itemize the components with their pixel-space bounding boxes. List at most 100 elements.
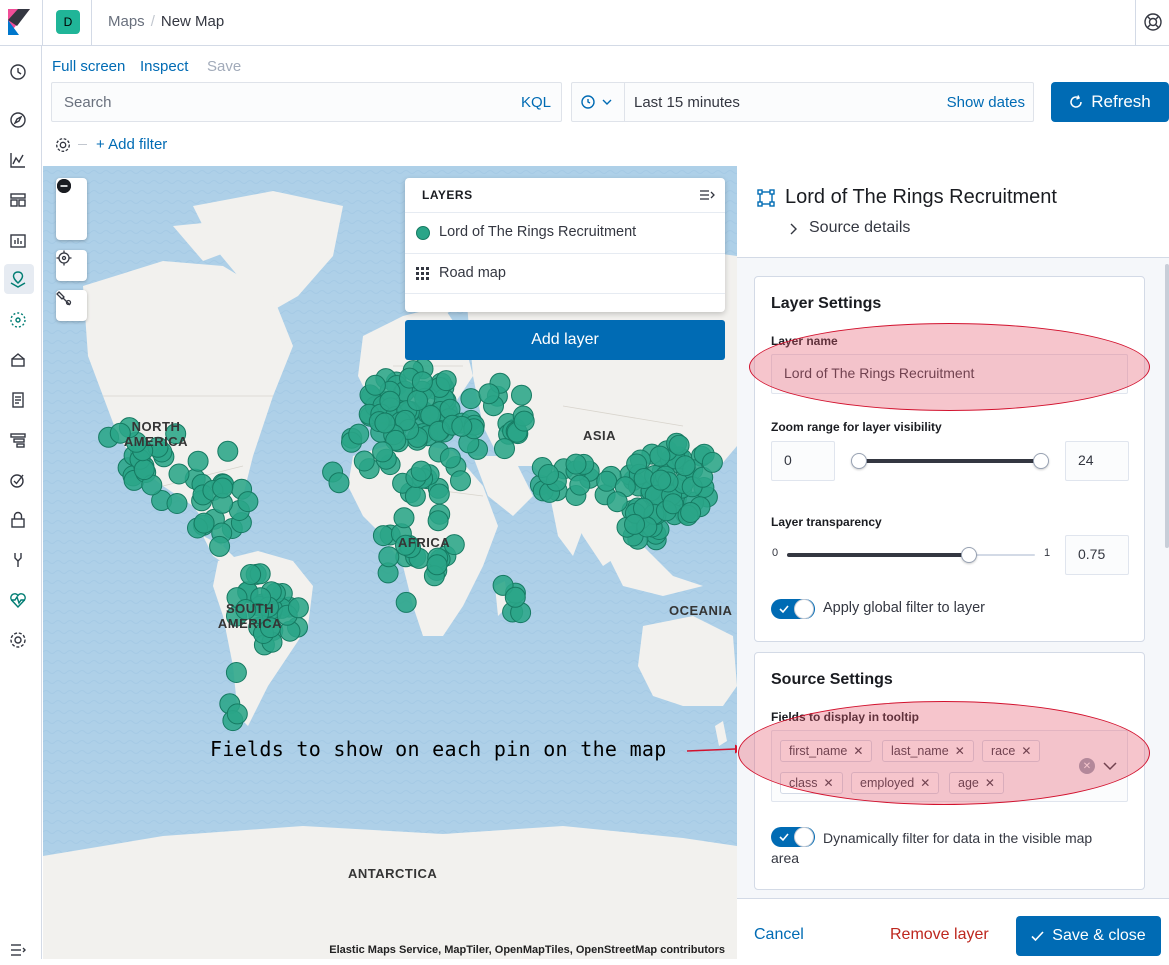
show-dates-link[interactable]: Show dates [947,94,1025,111]
remove-layer-button[interactable]: Remove layer [890,926,989,944]
map-point[interactable] [624,513,645,535]
dev-tools-icon[interactable] [8,550,28,570]
map-point[interactable] [372,525,394,547]
kibana-logo-icon[interactable] [8,9,30,35]
map-point[interactable] [209,535,231,557]
cancel-button[interactable]: Cancel [754,926,804,944]
dock-nav-icon[interactable] [8,940,28,960]
map-point[interactable] [427,510,449,532]
map-point[interactable] [513,410,535,432]
map-point[interactable] [287,597,309,619]
layer-row-recruitment[interactable]: Lord of The Rings Recruitment [405,212,725,252]
map-point[interactable] [328,472,350,494]
map-point[interactable] [511,384,532,406]
uptime-icon[interactable] [8,470,28,490]
zoom-min-input[interactable]: 0 [771,441,835,481]
save-link[interactable]: Save [207,58,241,75]
flyout-scrollbar[interactable] [1165,264,1169,548]
layer-row-road-map[interactable]: Road map [405,253,725,293]
map-point[interactable] [364,374,386,396]
dashboard-icon[interactable] [8,190,28,210]
map-point[interactable] [240,564,262,585]
add-filter-button[interactable]: + Add filter [96,136,167,153]
map-point[interactable] [460,388,482,410]
map-point[interactable] [378,546,400,568]
save-close-button[interactable]: Save & close [1016,916,1161,956]
map-point[interactable] [606,491,628,513]
maps-icon[interactable] [8,269,28,289]
map-point[interactable] [212,477,234,499]
map-point[interactable] [404,485,426,507]
map-point[interactable] [701,451,723,473]
map-point[interactable] [569,474,591,496]
map-point[interactable] [565,453,587,475]
logs-icon[interactable] [8,390,28,410]
space-avatar[interactable]: D [56,10,80,34]
zoom-max-input[interactable]: 24 [1065,441,1129,481]
zoom-min-handle[interactable] [851,453,867,469]
map-point[interactable] [393,507,415,529]
map-point[interactable] [193,512,215,534]
transparency-handle[interactable] [961,547,977,563]
map-point[interactable] [596,470,618,492]
apm-icon[interactable] [8,430,28,450]
map-point[interactable] [374,412,396,434]
visualize-icon[interactable] [8,150,28,170]
map-point[interactable] [410,460,432,482]
crosshair-icon[interactable] [56,250,87,281]
map-point[interactable] [435,370,457,392]
collapse-panel-icon[interactable] [699,187,715,203]
map-point[interactable] [133,459,155,481]
map-point[interactable] [237,491,259,513]
map-point[interactable] [217,440,239,462]
quick-select-button[interactable] [572,83,625,121]
map-point[interactable] [225,662,247,683]
map-point[interactable] [428,483,450,505]
map-point[interactable] [439,447,461,469]
kql-language-button[interactable]: KQL [521,94,551,111]
discover-icon[interactable] [8,110,28,130]
map-point[interactable] [166,493,188,514]
map-point[interactable] [411,371,433,393]
transparency-input[interactable]: 0.75 [1065,535,1129,575]
infrastructure-icon[interactable] [8,350,28,370]
global-filter-toggle[interactable] [771,599,815,619]
full-screen-link[interactable]: Full screen [52,58,125,75]
breadcrumb-maps[interactable]: Maps [108,13,145,30]
recent-icon[interactable] [8,62,28,82]
map-point[interactable] [372,441,394,463]
map-point[interactable] [494,438,515,460]
map-point[interactable] [187,450,209,472]
map-point[interactable] [450,470,471,492]
map-point[interactable] [649,445,671,467]
map-point[interactable] [395,591,417,613]
map-point[interactable] [478,383,500,405]
canvas-icon[interactable] [8,230,28,250]
map-point[interactable] [668,434,690,456]
add-layer-button[interactable]: Add layer [405,320,725,360]
refresh-button[interactable]: Refresh [1051,82,1169,122]
search-input[interactable]: Search KQL [51,82,562,122]
map-point[interactable] [226,703,248,725]
map-point[interactable] [650,469,672,491]
zoom-out-icon[interactable] [56,179,87,240]
siem-icon[interactable] [8,510,28,530]
time-range-value[interactable]: Last 15 minutes [634,94,740,111]
map-point[interactable] [451,415,473,437]
management-gear-icon[interactable] [8,630,28,650]
zoom-max-handle[interactable] [1033,453,1049,469]
filter-settings-gear-icon[interactable] [54,136,72,154]
help-icon[interactable] [1143,12,1163,32]
map-point[interactable] [504,586,526,608]
map-point[interactable] [348,423,370,445]
map-point[interactable] [426,554,448,576]
map-point[interactable] [680,502,702,523]
inspect-link[interactable]: Inspect [140,58,188,75]
map-point[interactable] [168,463,190,485]
map-point[interactable] [379,390,401,412]
map-point[interactable] [353,450,375,472]
monitoring-icon[interactable] [8,590,28,610]
ml-icon[interactable] [8,310,28,330]
draw-tools-icon[interactable] [56,290,87,321]
map-point[interactable] [674,455,696,477]
